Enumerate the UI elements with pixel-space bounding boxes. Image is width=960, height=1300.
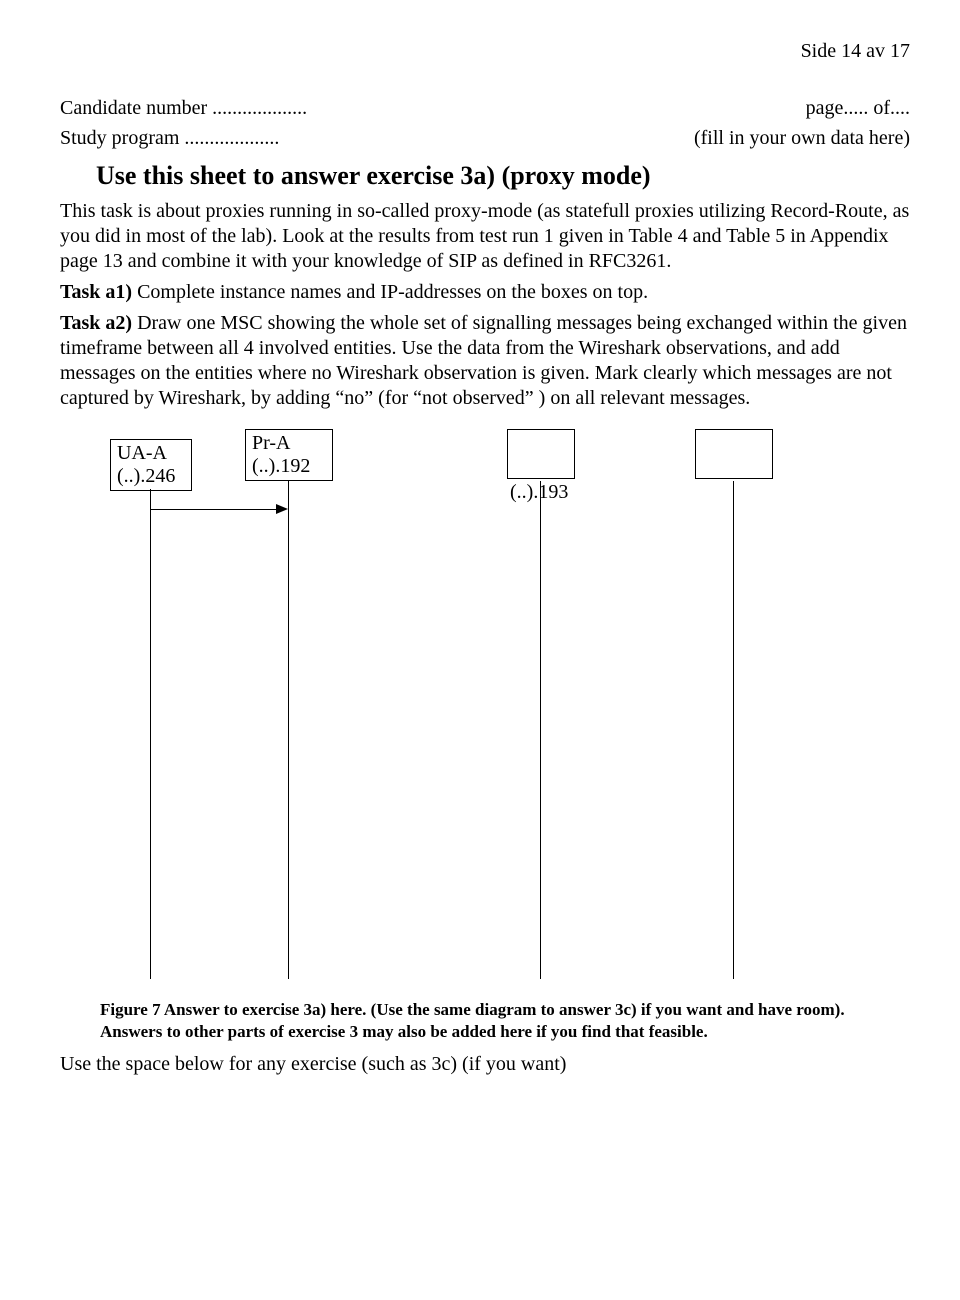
task-a2-text: Draw one MSC showing the whole set of si…	[60, 312, 907, 409]
entity-box-3[interactable]	[507, 429, 575, 479]
task-a1: Task a1) Complete instance names and IP-…	[60, 280, 910, 305]
msg-arrow-1-head	[276, 504, 288, 514]
lifeline-3	[540, 481, 541, 979]
lifeline-2	[288, 481, 289, 979]
entity-ip-ua-a: (..).246	[117, 465, 175, 487]
entity-name-ua-a: UA-A	[117, 442, 167, 464]
entity-name-pr-a: Pr-A	[252, 432, 291, 454]
candidate-number-field[interactable]: Candidate number ...................	[60, 93, 307, 123]
entity-ip-pr-a: (..).192	[252, 455, 310, 477]
task-a1-label: Task a1)	[60, 281, 132, 303]
msc-diagram[interactable]: UA-A (..).246 Pr-A (..).192 (..).193	[110, 439, 870, 989]
entity-box-ua-a[interactable]: UA-A (..).246	[110, 439, 192, 491]
lifeline-4	[733, 481, 734, 979]
intro-paragraph: This task is about proxies running in so…	[60, 199, 910, 274]
study-program-field[interactable]: Study program ...................	[60, 123, 279, 153]
header-row-2: Study program ................... (fill …	[60, 123, 910, 153]
footer-instruction: Use the space below for any exercise (su…	[60, 1053, 910, 1076]
entity-box-4[interactable]	[695, 429, 773, 479]
entity-box-pr-a[interactable]: Pr-A (..).192	[245, 429, 333, 481]
header-row-1: Candidate number ................... pag…	[60, 93, 910, 123]
fill-note: (fill in your own data here)	[694, 123, 910, 153]
lifeline-1	[150, 489, 151, 979]
page-of-field[interactable]: page..... of....	[806, 93, 910, 123]
sheet-title: Use this sheet to answer exercise 3a) (p…	[96, 161, 910, 191]
task-a2: Task a2) Draw one MSC showing the whole …	[60, 311, 910, 411]
page-number: Side 14 av 17	[60, 40, 910, 63]
task-a2-label: Task a2)	[60, 312, 132, 334]
exam-page: Side 14 av 17 Candidate number .........…	[0, 0, 960, 1096]
msg-arrow-1-line	[151, 509, 278, 510]
figure-caption: Figure 7 Answer to exercise 3a) here. (U…	[100, 999, 910, 1043]
task-a1-text: Complete instance names and IP-addresses…	[132, 281, 648, 303]
